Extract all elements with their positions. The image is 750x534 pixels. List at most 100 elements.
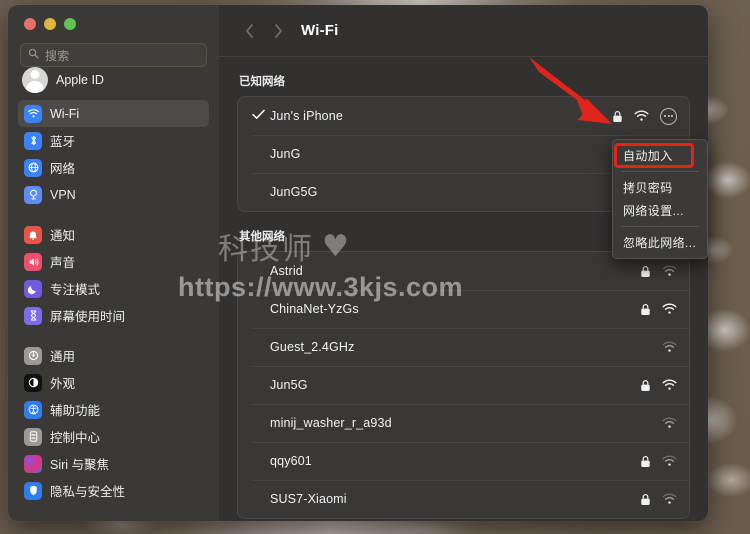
wifi-weak-icon [662, 455, 677, 467]
network-ssid: JunG [270, 147, 301, 161]
menu-divider [621, 226, 699, 227]
search-field[interactable]: 搜索 [20, 43, 207, 67]
wifi-icon [24, 104, 42, 123]
sidebar-item-label: 蓝牙 [50, 135, 76, 149]
row-icons [612, 107, 677, 125]
sound-icon [24, 252, 42, 271]
sidebar-item-wifi[interactable]: Wi-Fi [18, 100, 209, 127]
lock-icon [640, 265, 651, 278]
detail-pane: Wi-Fi 已知网络 Jun's iPhone JunG JunG5G 其他网络… [219, 5, 708, 521]
sidebar-item-label: 控制中心 [50, 431, 101, 445]
minimize-button[interactable] [44, 18, 56, 30]
sidebar-item-label: VPN [50, 187, 76, 202]
wifi-weak-icon [662, 417, 677, 429]
toolbar: Wi-Fi [219, 5, 708, 57]
more-options-button[interactable] [660, 107, 677, 125]
sidebar-item-label: 声音 [50, 256, 76, 270]
system-settings-window: 搜索 Apple ID Wi-Fi 蓝牙 网络 VPN 通知 声音 专注模式 屏… [8, 5, 708, 521]
sidebar-item-notifications[interactable]: 通知 [18, 221, 209, 248]
menu-divider [621, 171, 699, 172]
privacy-shield-icon [24, 481, 42, 500]
sidebar-item-accessibility[interactable]: 辅助功能 [18, 396, 209, 423]
row-icons [640, 379, 677, 392]
sidebar-item-label: 隐私与安全性 [50, 485, 126, 499]
sidebar-item-vpn[interactable]: VPN [18, 181, 209, 208]
sidebar-item-label: 网络 [50, 162, 76, 176]
sidebar-item-focus[interactable]: 专注模式 [18, 275, 209, 302]
sidebar-item-bluetooth[interactable]: 蓝牙 [18, 127, 209, 154]
network-icon [24, 158, 42, 177]
table-row[interactable]: ChinaNet-YzGs [238, 290, 689, 328]
sidebar-item-label: 辅助功能 [50, 404, 101, 418]
sidebar-item-sound[interactable]: 声音 [18, 248, 209, 275]
bluetooth-icon [24, 131, 42, 150]
sidebar-item-siri[interactable]: Siri 与聚焦 [18, 450, 209, 477]
table-row[interactable]: minij_washer_r_a93d [238, 404, 689, 442]
focus-moon-icon [24, 279, 42, 298]
vpn-icon [24, 185, 42, 204]
screen-time-hourglass-icon [24, 306, 42, 325]
sidebar-item-label: Siri 与聚焦 [50, 458, 110, 472]
menu-item-forget-network[interactable]: 忽略此网络... [613, 231, 707, 254]
wifi-weak-icon [662, 341, 677, 353]
sidebar-item-screen-time[interactable]: 屏幕使用时间 [18, 302, 209, 329]
siri-icon [24, 454, 42, 473]
sidebar-divider [18, 329, 209, 342]
lock-icon [640, 455, 651, 468]
wifi-full-icon [662, 303, 677, 315]
sidebar-item-label: 外观 [50, 377, 76, 391]
sidebar-item-label: 屏幕使用时间 [50, 310, 126, 324]
network-ssid: Astrid [270, 264, 303, 278]
appearance-icon [24, 373, 42, 392]
accessibility-icon [24, 400, 42, 419]
table-row[interactable]: Jun's iPhone [238, 97, 689, 135]
network-ssid: ChinaNet-YzGs [270, 302, 359, 316]
table-row[interactable]: Guest_2.4GHz [238, 328, 689, 366]
sidebar-item-network[interactable]: 网络 [18, 154, 209, 181]
table-row[interactable]: qqy601 [238, 442, 689, 480]
other-networks-list: Astrid ChinaNet-YzGs Guest_2.4GHz Jun5G … [237, 251, 690, 519]
chevron-left-icon[interactable] [237, 18, 263, 44]
search-icon [28, 46, 39, 64]
sidebar-item-label: 通知 [50, 229, 76, 243]
network-ssid: SUS7-Xiaomi [270, 492, 347, 506]
menu-item-copy-password[interactable]: 拷贝密码 [613, 176, 707, 199]
lock-icon [640, 303, 651, 316]
zoom-button[interactable] [64, 18, 76, 30]
close-button[interactable] [24, 18, 36, 30]
general-gear-icon [24, 346, 42, 365]
page-title: Wi-Fi [301, 22, 339, 39]
network-ssid: Jun's iPhone [270, 109, 343, 123]
chevron-right-icon[interactable] [265, 18, 291, 44]
sidebar-item-appearance[interactable]: 外观 [18, 369, 209, 396]
menu-item-auto-join[interactable]: 自动加入 [613, 144, 707, 167]
sidebar-item-control-center[interactable]: 控制中心 [18, 423, 209, 450]
lock-icon [612, 110, 623, 123]
sidebar-item-apple-id[interactable]: Apple ID [18, 67, 209, 93]
network-ssid: qqy601 [270, 454, 312, 468]
row-icons [640, 493, 677, 506]
network-ssid: Jun5G [270, 378, 308, 392]
apple-id-label: Apple ID [56, 73, 104, 87]
wifi-full-icon [634, 110, 649, 122]
menu-item-network-settings[interactable]: 网络设置... [613, 199, 707, 222]
wifi-weak-icon [662, 265, 677, 277]
search-input-placeholder: 搜索 [45, 48, 70, 63]
row-icons [640, 455, 677, 468]
row-icons [640, 417, 677, 430]
wifi-full-icon [662, 379, 677, 391]
sidebar-item-label: 专注模式 [50, 283, 101, 297]
window-traffic-lights [18, 5, 209, 30]
sidebar-item-general[interactable]: 通用 [18, 342, 209, 369]
wifi-context-menu: 自动加入 拷贝密码 网络设置... 忽略此网络... [612, 139, 708, 259]
sidebar-divider [18, 208, 209, 221]
table-row[interactable]: Jun5G [238, 366, 689, 404]
sidebar-item-privacy-security[interactable]: 隐私与安全性 [18, 477, 209, 504]
table-row[interactable]: SUS7-Xiaomi [238, 480, 689, 518]
sidebar: 搜索 Apple ID Wi-Fi 蓝牙 网络 VPN 通知 声音 专注模式 屏… [8, 5, 219, 521]
sidebar-list: Wi-Fi 蓝牙 网络 VPN 通知 声音 专注模式 屏幕使用时间 通用 外观 … [18, 100, 209, 504]
notifications-icon [24, 225, 42, 244]
sidebar-item-label: Wi-Fi [50, 106, 80, 121]
control-center-icon [24, 427, 42, 446]
wifi-settings-content: 已知网络 Jun's iPhone JunG JunG5G 其他网络 Astri… [219, 57, 708, 521]
